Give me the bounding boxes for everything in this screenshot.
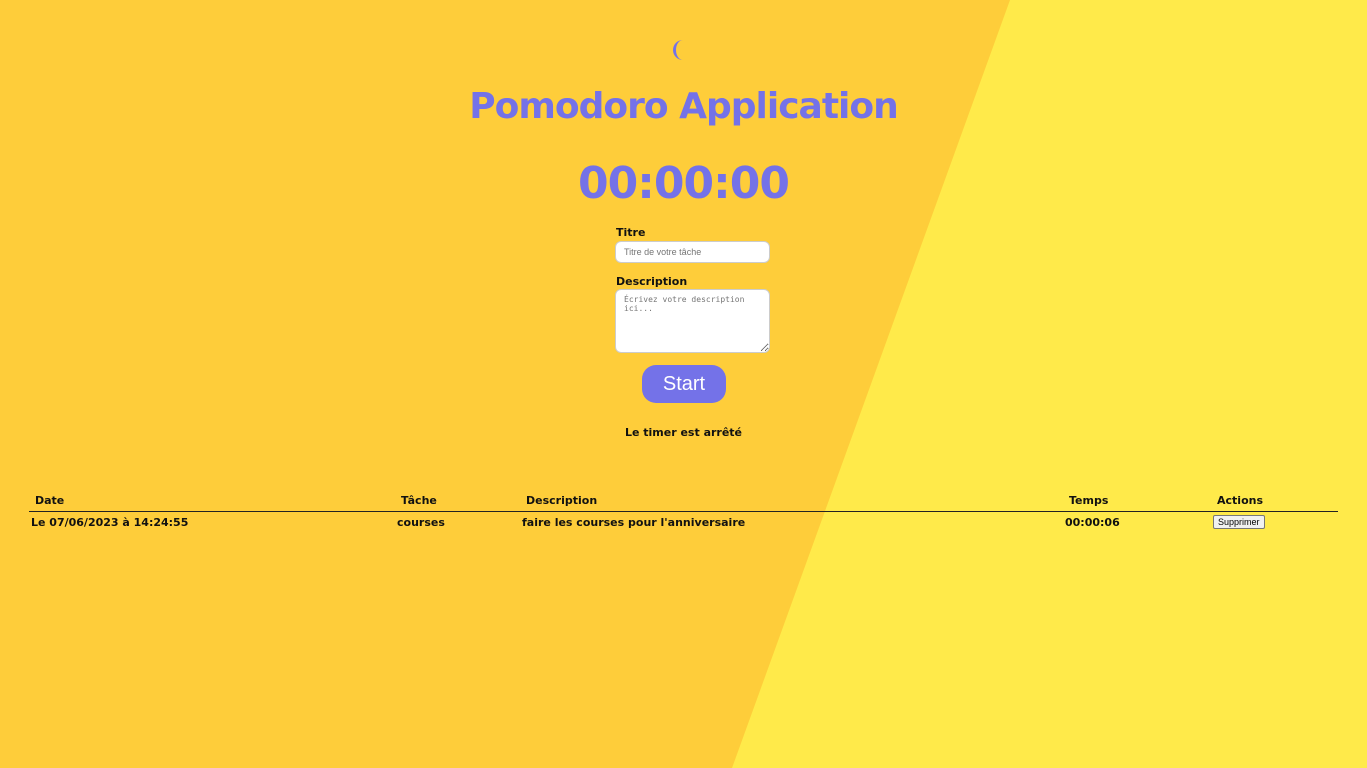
row-actions: Supprimer <box>1211 512 1338 533</box>
timer-display: 00:00:00 <box>578 158 790 209</box>
start-button[interactable]: Start <box>642 365 726 403</box>
description-label: Description <box>616 275 688 288</box>
page-title: Pomodoro Application <box>469 86 899 127</box>
task-form: Titre Description <box>615 226 775 357</box>
description-input[interactable] <box>615 289 770 353</box>
row-task: courses <box>397 515 445 529</box>
column-header-description: Description <box>520 490 1063 512</box>
row-date: Le 07/06/2023 à 14:24:55 <box>31 515 189 529</box>
column-header-time: Temps <box>1063 490 1211 512</box>
table-header-row: Date Tâche Description Temps Actions <box>29 490 1338 512</box>
moon-icon[interactable] <box>673 40 693 60</box>
title-label: Titre <box>616 226 646 239</box>
timer-status: Le timer est arrêté <box>624 426 743 439</box>
table-row: Le 07/06/2023 à 14:24:55 courses faire l… <box>29 512 1338 533</box>
column-header-actions: Actions <box>1211 490 1338 512</box>
column-header-date: Date <box>29 490 395 512</box>
column-header-task: Tâche <box>395 490 520 512</box>
history-table: Date Tâche Description Temps Actions Le … <box>29 490 1338 532</box>
title-input[interactable] <box>615 241 770 263</box>
delete-button[interactable]: Supprimer <box>1213 515 1265 529</box>
pomodoro-app: Pomodoro Application 00:00:00 Titre Desc… <box>0 0 1367 768</box>
row-description: faire les courses pour l'anniversaire <box>522 515 746 529</box>
row-time: 00:00:06 <box>1065 515 1120 529</box>
